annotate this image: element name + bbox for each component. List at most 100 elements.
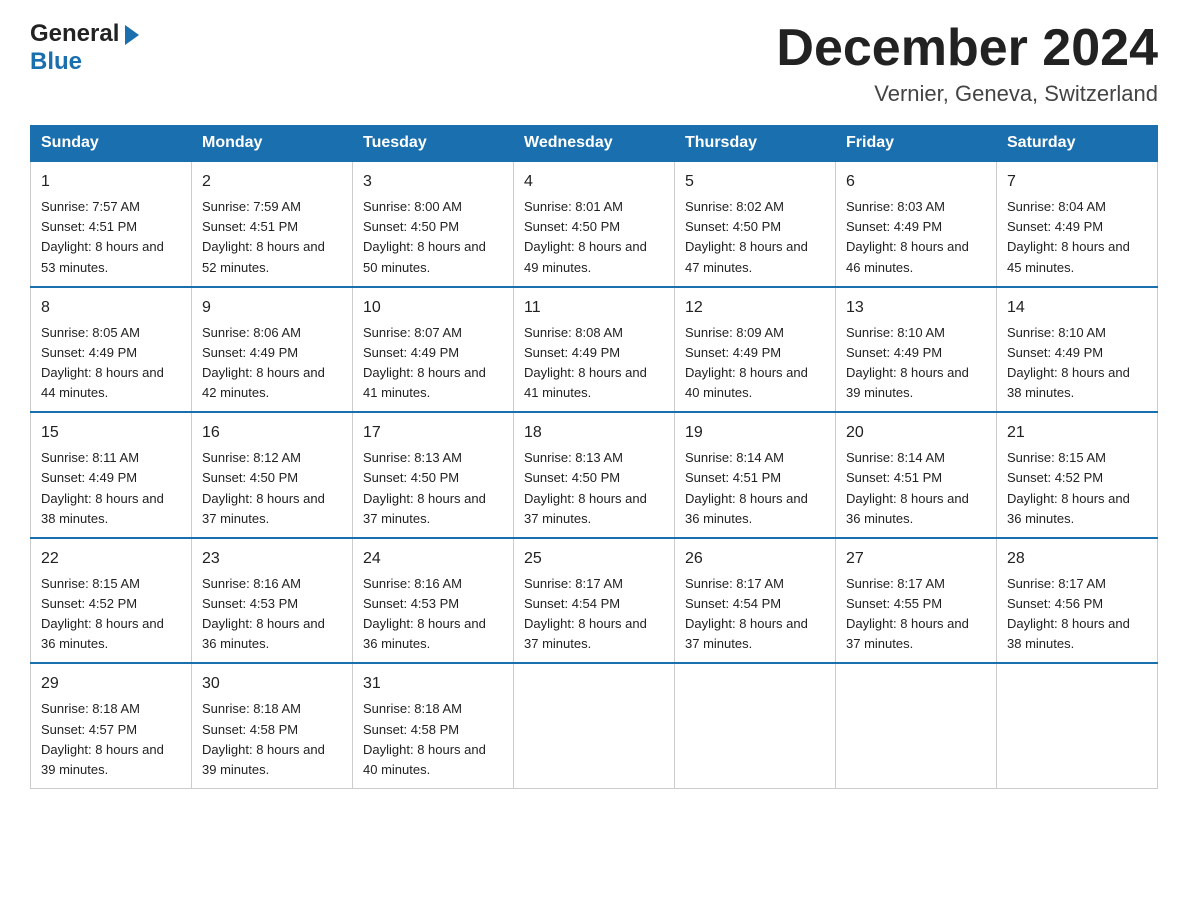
weekday-header-sunday: Sunday [31,126,192,162]
day-info: Sunrise: 8:01 AMSunset: 4:50 PMDaylight:… [524,197,664,278]
day-number: 5 [685,170,825,194]
day-number: 29 [41,672,181,696]
day-number: 26 [685,547,825,571]
day-info: Sunrise: 8:17 AMSunset: 4:54 PMDaylight:… [685,574,825,655]
day-number: 31 [363,672,503,696]
calendar-cell: 6 Sunrise: 8:03 AMSunset: 4:49 PMDaylight… [836,161,997,287]
day-info: Sunrise: 8:16 AMSunset: 4:53 PMDaylight:… [363,574,503,655]
day-info: Sunrise: 8:17 AMSunset: 4:54 PMDaylight:… [524,574,664,655]
calendar-cell: 22 Sunrise: 8:15 AMSunset: 4:52 PMDayligh… [31,538,192,664]
day-number: 10 [363,296,503,320]
day-info: Sunrise: 8:15 AMSunset: 4:52 PMDaylight:… [41,574,181,655]
day-info: Sunrise: 8:18 AMSunset: 4:57 PMDaylight:… [41,699,181,780]
day-info: Sunrise: 8:00 AMSunset: 4:50 PMDaylight:… [363,197,503,278]
calendar-cell: 1 Sunrise: 7:57 AMSunset: 4:51 PMDaylight… [31,161,192,287]
day-info: Sunrise: 8:10 AMSunset: 4:49 PMDaylight:… [846,323,986,404]
calendar-cell: 23 Sunrise: 8:16 AMSunset: 4:53 PMDayligh… [192,538,353,664]
day-info: Sunrise: 8:13 AMSunset: 4:50 PMDaylight:… [524,448,664,529]
calendar-cell [836,663,997,788]
calendar-cell: 12 Sunrise: 8:09 AMSunset: 4:49 PMDayligh… [675,287,836,413]
day-info: Sunrise: 8:06 AMSunset: 4:49 PMDaylight:… [202,323,342,404]
day-number: 1 [41,170,181,194]
calendar-cell: 28Sunrise: 8:17 AMSunset: 4:56 PMDayligh… [997,538,1158,664]
day-number: 23 [202,547,342,571]
day-number: 9 [202,296,342,320]
weekday-header-tuesday: Tuesday [353,126,514,162]
day-number: 16 [202,421,342,445]
day-info: Sunrise: 8:09 AMSunset: 4:49 PMDaylight:… [685,323,825,404]
day-info: Sunrise: 8:14 AMSunset: 4:51 PMDaylight:… [846,448,986,529]
day-number: 2 [202,170,342,194]
day-number: 19 [685,421,825,445]
calendar-cell: 31 Sunrise: 8:18 AMSunset: 4:58 PMDayligh… [353,663,514,788]
calendar-cell: 21 Sunrise: 8:15 AMSunset: 4:52 PMDayligh… [997,412,1158,538]
calendar-header: SundayMondayTuesdayWednesdayThursdayFrid… [31,126,1158,162]
calendar-week-row: 8Sunrise: 8:05 AMSunset: 4:49 PMDaylight… [31,287,1158,413]
calendar-week-row: 15Sunrise: 8:11 AMSunset: 4:49 PMDayligh… [31,412,1158,538]
calendar-cell: 19 Sunrise: 8:14 AMSunset: 4:51 PMDayligh… [675,412,836,538]
day-number: 30 [202,672,342,696]
calendar-title: December 2024 [776,20,1158,77]
title-block: December 2024 Vernier, Geneva, Switzerla… [776,20,1158,107]
logo-blue-text: Blue [30,48,82,75]
calendar-cell: 27 Sunrise: 8:17 AMSunset: 4:55 PMDayligh… [836,538,997,664]
calendar-cell [997,663,1158,788]
day-number: 6 [846,170,986,194]
day-number: 18 [524,421,664,445]
day-number: 3 [363,170,503,194]
day-info: Sunrise: 8:18 AMSunset: 4:58 PMDaylight:… [363,699,503,780]
calendar-cell: 4 Sunrise: 8:01 AMSunset: 4:50 PMDaylight… [514,161,675,287]
day-info: Sunrise: 8:05 AMSunset: 4:49 PMDaylight:… [41,323,181,404]
logo-general-text: General [30,20,119,48]
calendar-week-row: 1 Sunrise: 7:57 AMSunset: 4:51 PMDaylight… [31,161,1158,287]
calendar-cell: 24 Sunrise: 8:16 AMSunset: 4:53 PMDayligh… [353,538,514,664]
day-number: 25 [524,547,664,571]
day-number: 24 [363,547,503,571]
day-info: Sunrise: 8:14 AMSunset: 4:51 PMDaylight:… [685,448,825,529]
day-number: 22 [41,547,181,571]
calendar-cell: 16Sunrise: 8:12 AMSunset: 4:50 PMDayligh… [192,412,353,538]
day-number: 7 [1007,170,1147,194]
calendar-cell [514,663,675,788]
weekday-header-thursday: Thursday [675,126,836,162]
calendar-week-row: 29 Sunrise: 8:18 AMSunset: 4:57 PMDayligh… [31,663,1158,788]
calendar-cell: 29 Sunrise: 8:18 AMSunset: 4:57 PMDayligh… [31,663,192,788]
day-number: 13 [846,296,986,320]
day-info: Sunrise: 8:15 AMSunset: 4:52 PMDaylight:… [1007,448,1147,529]
day-info: Sunrise: 8:02 AMSunset: 4:50 PMDaylight:… [685,197,825,278]
calendar-cell: 14Sunrise: 8:10 AMSunset: 4:49 PMDayligh… [997,287,1158,413]
day-info: Sunrise: 8:18 AMSunset: 4:58 PMDaylight:… [202,699,342,780]
calendar-cell: 30 Sunrise: 8:18 AMSunset: 4:58 PMDayligh… [192,663,353,788]
calendar-cell: 5 Sunrise: 8:02 AMSunset: 4:50 PMDaylight… [675,161,836,287]
weekday-header-row: SundayMondayTuesdayWednesdayThursdayFrid… [31,126,1158,162]
day-info: Sunrise: 8:16 AMSunset: 4:53 PMDaylight:… [202,574,342,655]
day-number: 12 [685,296,825,320]
calendar-week-row: 22 Sunrise: 8:15 AMSunset: 4:52 PMDayligh… [31,538,1158,664]
calendar-cell: 13 Sunrise: 8:10 AMSunset: 4:49 PMDayligh… [836,287,997,413]
weekday-header-saturday: Saturday [997,126,1158,162]
day-info: Sunrise: 8:07 AMSunset: 4:49 PMDaylight:… [363,323,503,404]
calendar-subtitle: Vernier, Geneva, Switzerland [776,81,1158,107]
calendar-cell: 10 Sunrise: 8:07 AMSunset: 4:49 PMDayligh… [353,287,514,413]
calendar-cell: 8Sunrise: 8:05 AMSunset: 4:49 PMDaylight… [31,287,192,413]
day-number: 4 [524,170,664,194]
page-header: General Blue December 2024 Vernier, Gene… [30,20,1158,107]
day-info: Sunrise: 8:17 AMSunset: 4:55 PMDaylight:… [846,574,986,655]
day-number: 27 [846,547,986,571]
weekday-header-wednesday: Wednesday [514,126,675,162]
weekday-header-friday: Friday [836,126,997,162]
calendar-cell: 9 Sunrise: 8:06 AMSunset: 4:49 PMDaylight… [192,287,353,413]
calendar-body: 1 Sunrise: 7:57 AMSunset: 4:51 PMDaylight… [31,161,1158,788]
day-info: Sunrise: 7:57 AMSunset: 4:51 PMDaylight:… [41,197,181,278]
day-number: 17 [363,421,503,445]
logo: General Blue [30,20,139,76]
calendar-cell: 2Sunrise: 7:59 AMSunset: 4:51 PMDaylight… [192,161,353,287]
calendar-cell: 17 Sunrise: 8:13 AMSunset: 4:50 PMDayligh… [353,412,514,538]
calendar-cell: 15Sunrise: 8:11 AMSunset: 4:49 PMDayligh… [31,412,192,538]
day-info: Sunrise: 8:03 AMSunset: 4:49 PMDaylight:… [846,197,986,278]
day-number: 21 [1007,421,1147,445]
day-number: 11 [524,296,664,320]
day-info: Sunrise: 8:04 AMSunset: 4:49 PMDaylight:… [1007,197,1147,278]
day-info: Sunrise: 8:13 AMSunset: 4:50 PMDaylight:… [363,448,503,529]
day-number: 15 [41,421,181,445]
